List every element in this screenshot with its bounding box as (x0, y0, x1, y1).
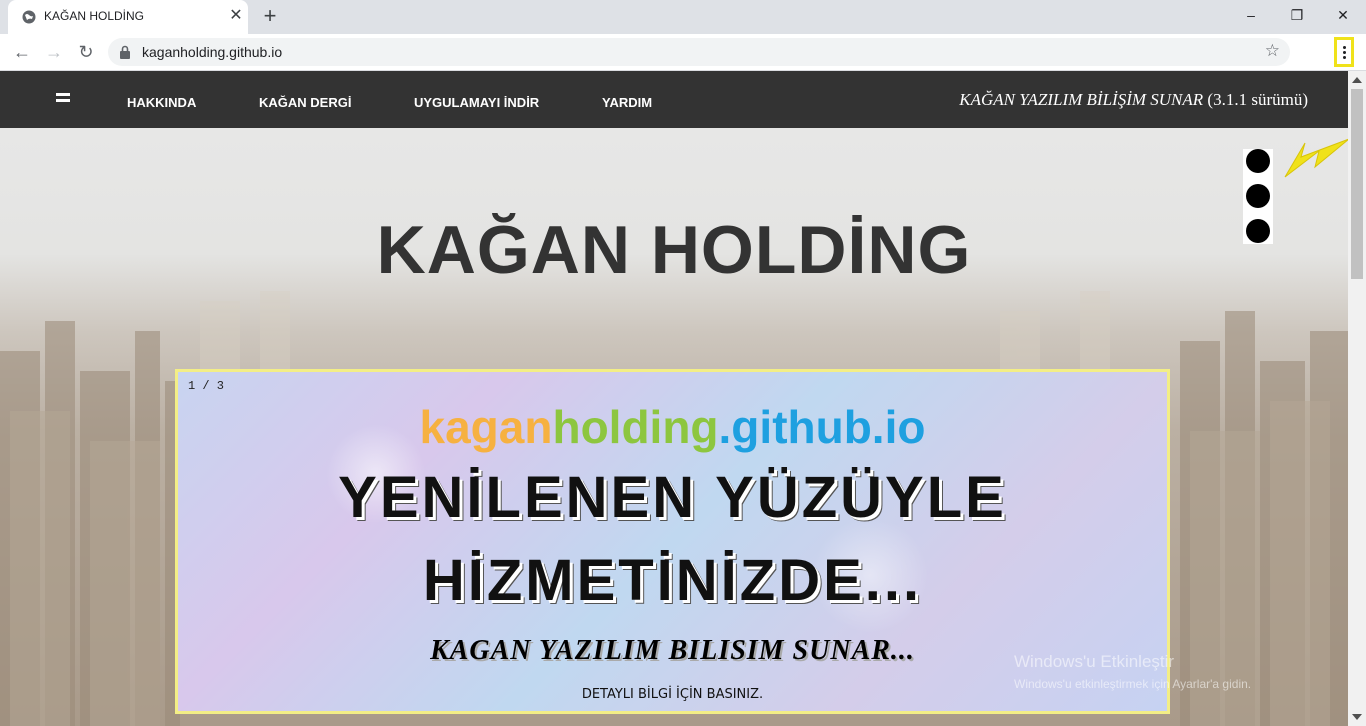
browser-toolbar: ← → ↻ kaganholding.github.io ☆ (0, 34, 1366, 71)
nav-link-hakkinda[interactable]: HAKKINDA (127, 95, 196, 110)
minimize-button[interactable]: – (1228, 0, 1274, 30)
browser-menu-button[interactable] (1334, 37, 1354, 67)
annotation-arrow-icon (1284, 138, 1350, 178)
site-navbar: HAKKINDA KAĞAN DERGİ UYGULAMAYI İNDİR YA… (0, 71, 1348, 128)
nav-link-kagan-dergi[interactable]: KAĞAN DERGİ (259, 95, 351, 110)
tab-strip: KAĞAN HOLDİNG ✕ + – ❐ ✕ (0, 0, 1366, 34)
slide-counter: 1 / 3 (188, 379, 225, 393)
activation-watermark-title: Windows'u Etkinleştir (1014, 652, 1175, 671)
globe-icon (22, 10, 36, 24)
maximize-button[interactable]: ❐ (1274, 0, 1320, 30)
lock-icon (120, 45, 130, 59)
domain-part-github-io: .github.io (718, 401, 926, 453)
forward-arrow-icon[interactable]: → (42, 40, 66, 64)
browser-tab[interactable]: KAĞAN HOLDİNG ✕ (8, 0, 248, 34)
nav-link-uygulamayi-indir[interactable]: UYGULAMAYI İNDİR (414, 95, 539, 110)
back-arrow-icon[interactable]: ← (10, 40, 34, 64)
close-tab-icon[interactable]: ✕ (226, 6, 246, 26)
url-text[interactable]: kaganholding.github.io (142, 44, 282, 60)
scroll-thumb[interactable] (1351, 89, 1363, 279)
tab-title: KAĞAN HOLDİNG (44, 9, 145, 23)
site-brand: KAĞAN YAZILIM BİLİŞİM SUNAR (3.1.1 sürüm… (959, 90, 1308, 110)
close-window-button[interactable]: ✕ (1320, 0, 1366, 30)
slide-headline-line2: HİZMETİNİZDE... (422, 548, 923, 613)
activation-watermark-text: Windows'u etkinleştirmek için Ayarlar'a … (1014, 677, 1252, 691)
slide-headline-line1: YENİLENEN YÜZÜYLE (338, 465, 1007, 530)
domain-part-kagan: kagan (419, 401, 553, 453)
domain-part-holding: holding (552, 401, 719, 453)
page-scrollbar[interactable] (1348, 71, 1366, 726)
slide-domain-text: kaganholding.github.io (178, 400, 1167, 454)
brand-version: (3.1.1 sürümü) (1207, 90, 1308, 109)
new-tab-button[interactable]: + (258, 4, 282, 28)
more-options-dots[interactable] (1243, 149, 1273, 244)
scroll-down-arrow-icon[interactable] (1352, 714, 1362, 720)
nav-link-yardim[interactable]: YARDIM (602, 95, 652, 110)
brand-name: KAĞAN YAZILIM BİLİŞİM SUNAR (959, 90, 1204, 109)
reload-icon[interactable]: ↻ (74, 40, 98, 64)
page-title: KAĞAN HOLDİNG (376, 212, 972, 288)
bookmark-star-icon[interactable]: ☆ (1265, 41, 1280, 61)
scroll-up-arrow-icon[interactable] (1352, 77, 1362, 83)
address-bar[interactable]: kaganholding.github.io ☆ (108, 38, 1290, 66)
web-page: HAKKINDA KAĞAN DERGİ UYGULAMAYI İNDİR YA… (0, 71, 1366, 726)
hamburger-menu-icon[interactable] (56, 93, 70, 103)
